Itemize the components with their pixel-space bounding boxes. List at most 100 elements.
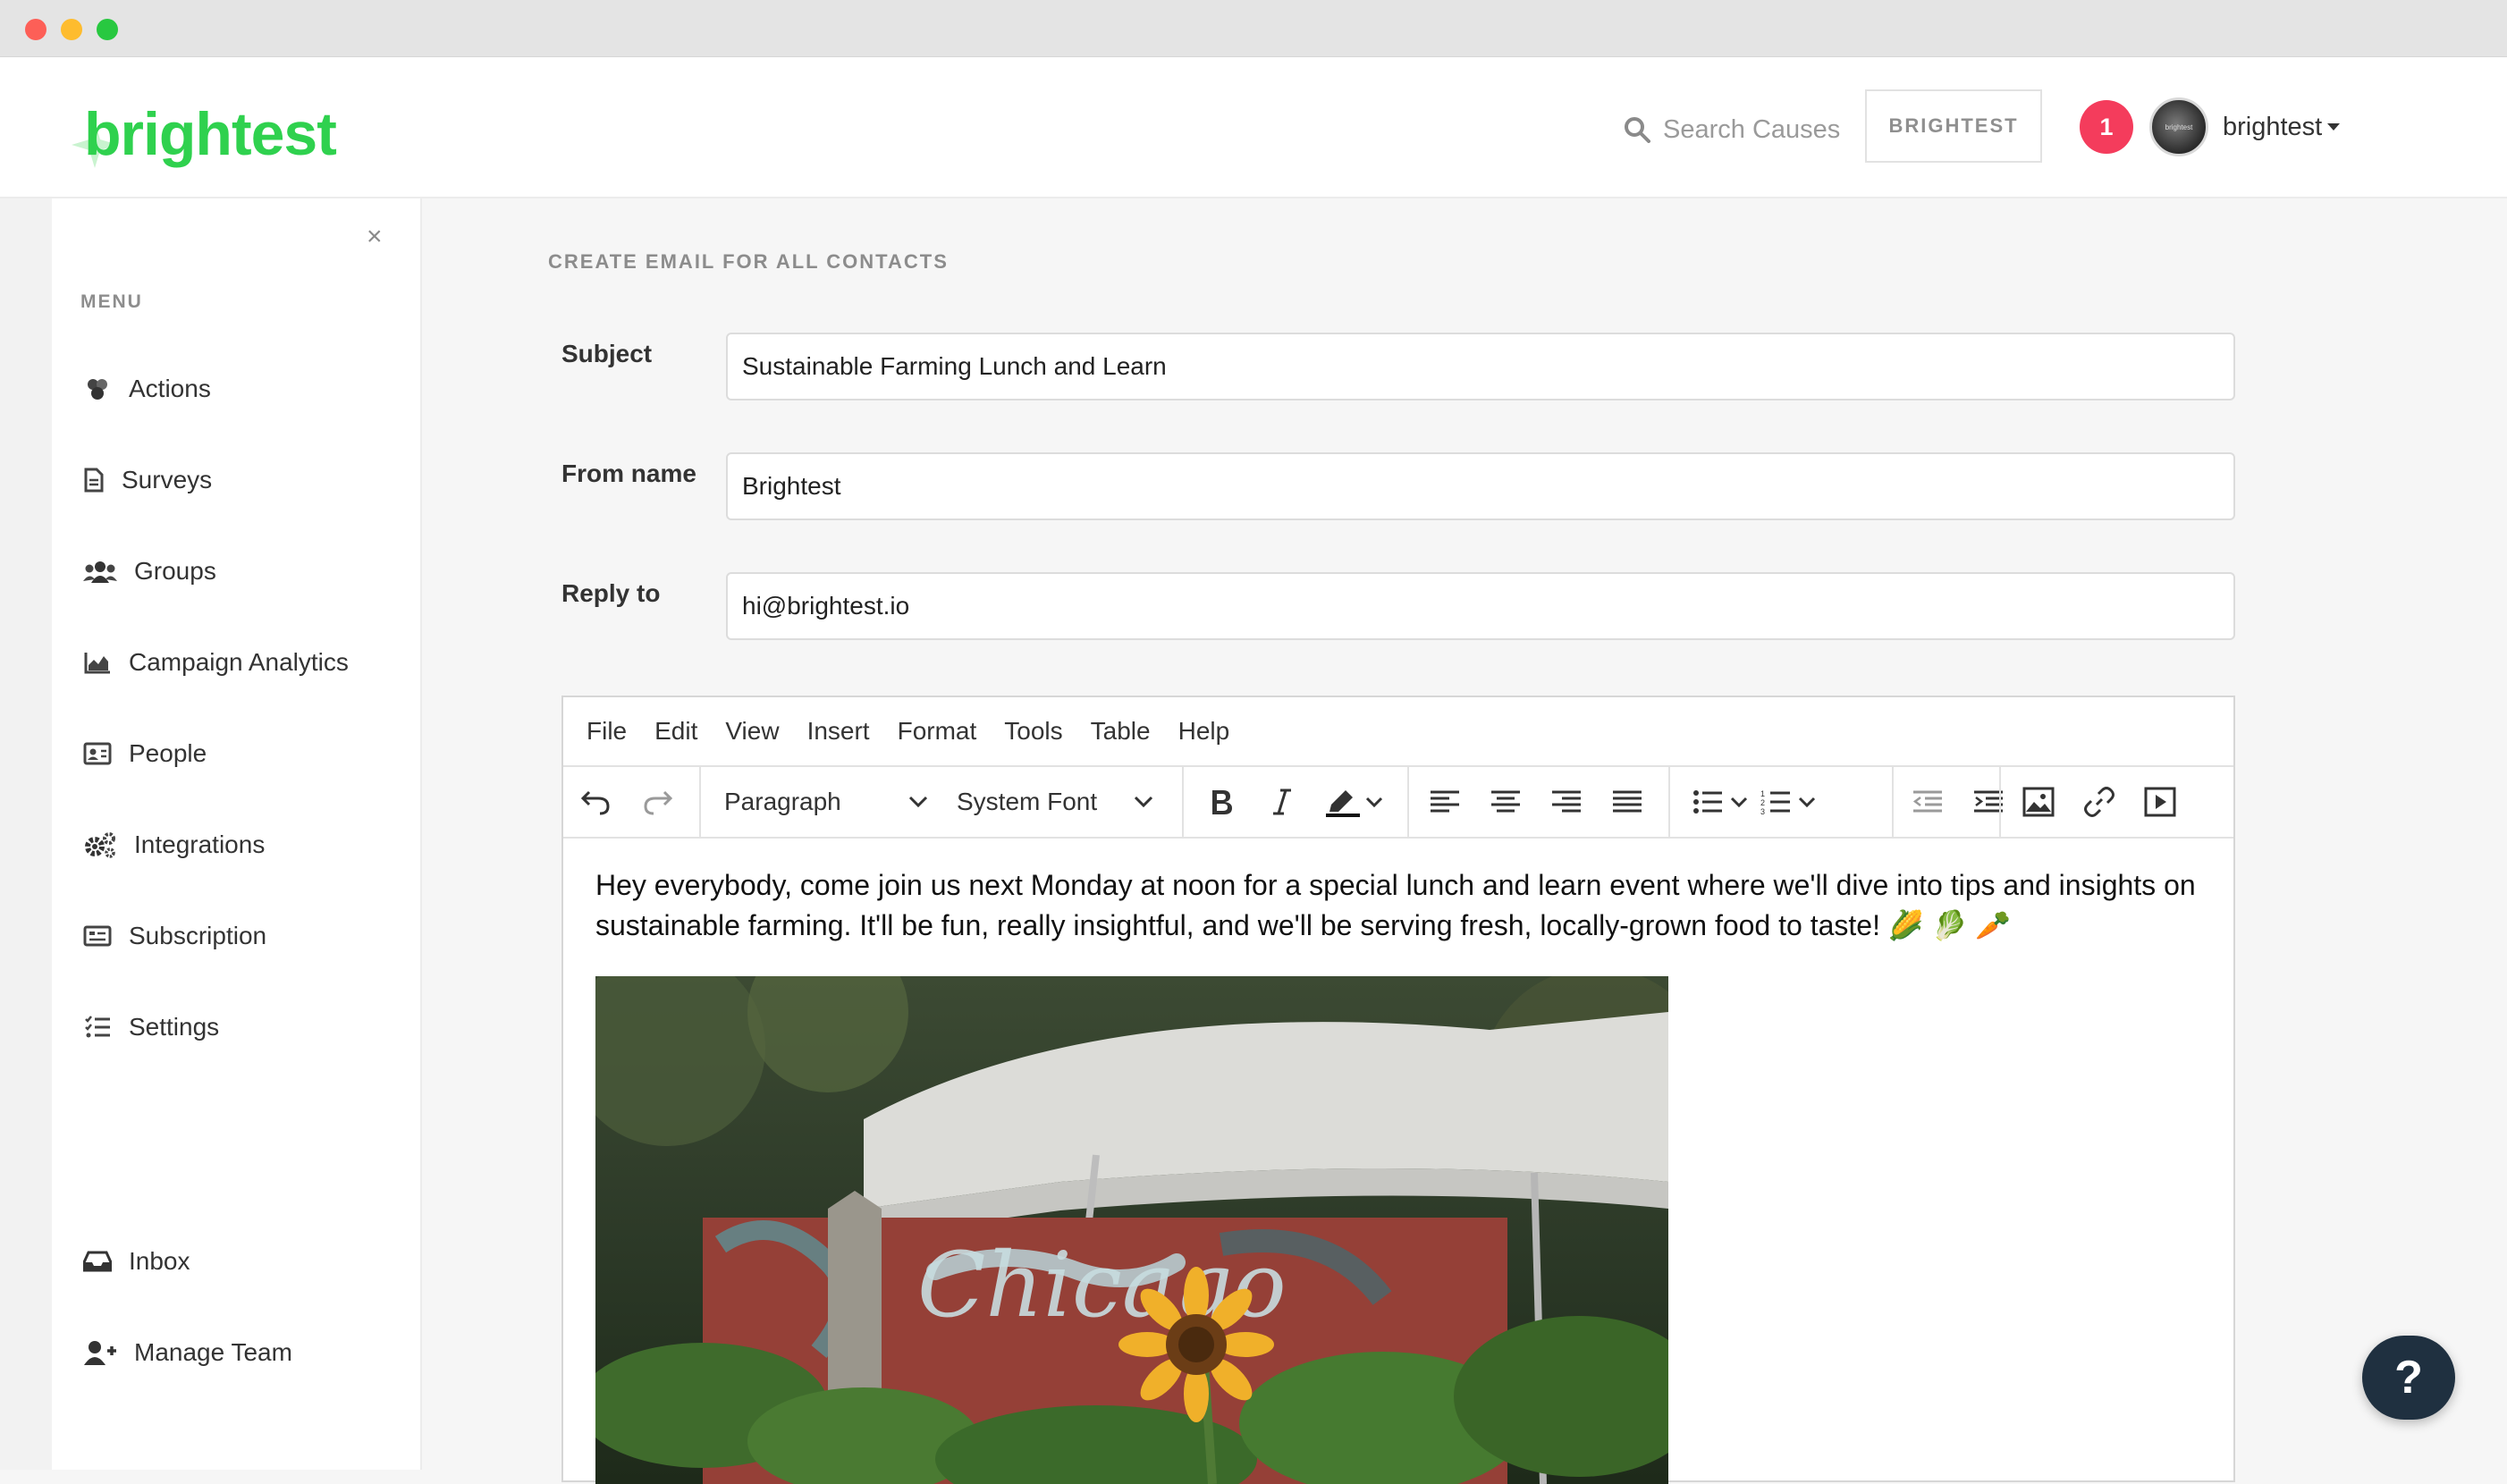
- toolbar-divider: [1182, 767, 1184, 837]
- search-causes[interactable]: Search Causes: [1624, 107, 1840, 152]
- font-family-control: System Font: [957, 788, 1154, 816]
- align-center-icon[interactable]: [1486, 782, 1525, 822]
- sidebar-item-subscription[interactable]: Subscription: [82, 914, 266, 958]
- window-minimize-button[interactable]: [61, 19, 82, 40]
- sidebar-item-label: Manage Team: [134, 1338, 292, 1366]
- text-style-group: [1202, 767, 1386, 837]
- align-right-icon[interactable]: [1547, 782, 1586, 822]
- menu-help[interactable]: Help: [1178, 717, 1230, 746]
- groups-icon: [82, 556, 118, 586]
- email-image-sunflower[interactable]: Chicago: [595, 976, 1668, 1484]
- sidebar-item-label: Groups: [134, 557, 216, 585]
- bullet-list-icon[interactable]: [1688, 782, 1727, 822]
- menu-insert[interactable]: Insert: [807, 717, 870, 746]
- indent-group: [1908, 767, 2008, 837]
- align-justify-icon[interactable]: [1608, 782, 1647, 822]
- caret-down-icon: [2327, 123, 2341, 131]
- email-body-paragraph: Hey everybody, come join us next Monday …: [595, 869, 2196, 941]
- inbox-icon: [82, 1246, 113, 1277]
- alignment-group: [1425, 767, 1647, 837]
- menu-table[interactable]: Table: [1091, 717, 1151, 746]
- window-titlebar: [0, 0, 2507, 57]
- sidebar-item-inbox[interactable]: Inbox: [82, 1239, 190, 1284]
- list-group: 123: [1688, 767, 1819, 837]
- sidebar-item-label: Integrations: [134, 831, 266, 858]
- block-format-select[interactable]: Paragraph: [724, 767, 929, 837]
- organization-button[interactable]: BRIGHTEST: [1865, 89, 2042, 163]
- toolbar-divider: [1407, 767, 1409, 837]
- history-group: [576, 767, 678, 837]
- sidebar-item-label: Campaign Analytics: [129, 648, 349, 676]
- sidebar-item-label: Settings: [129, 1013, 220, 1041]
- subject-input[interactable]: Sustainable Farming Lunch and Learn: [726, 333, 2235, 401]
- user-menu-dropdown[interactable]: brightest: [2223, 109, 2341, 145]
- toolbar-divider: [1999, 767, 2001, 837]
- insert-image-icon[interactable]: [2019, 782, 2058, 822]
- notification-badge[interactable]: 1: [2080, 100, 2133, 154]
- username: brightest: [2223, 112, 2323, 141]
- outdent-icon[interactable]: [1908, 782, 1947, 822]
- window-maximize-button[interactable]: [97, 19, 118, 40]
- window-close-button[interactable]: [25, 19, 46, 40]
- toolbar-divider: [1668, 767, 1670, 837]
- search-icon: [1625, 117, 1650, 143]
- sidebar-item-groups[interactable]: Groups: [82, 549, 216, 594]
- bullet-list-options-chevron-icon[interactable]: [1727, 782, 1751, 822]
- avatar[interactable]: brightest: [2149, 97, 2208, 156]
- highlight-color-icon[interactable]: [1323, 782, 1363, 822]
- list-icon: [82, 1012, 113, 1042]
- receipt-icon: [82, 921, 113, 951]
- sidebar-item-people[interactable]: People: [82, 731, 207, 776]
- toolbar-divider: [1892, 767, 1894, 837]
- chevron-down-icon: [908, 796, 927, 808]
- chevron-down-icon: [1135, 796, 1153, 808]
- from-name-input[interactable]: Brightest: [726, 452, 2235, 520]
- subject-label: Subject: [561, 340, 653, 367]
- highlight-options-chevron-icon[interactable]: [1363, 782, 1386, 822]
- actions-icon: [82, 374, 113, 404]
- close-sidebar-icon[interactable]: ×: [367, 222, 383, 252]
- font-family-select[interactable]: System Font: [957, 767, 1154, 837]
- indent-icon[interactable]: [1969, 782, 2008, 822]
- menu-format[interactable]: Format: [898, 717, 977, 746]
- sidebar-item-label: Inbox: [129, 1247, 190, 1275]
- bold-icon[interactable]: [1202, 782, 1241, 822]
- avatar-label: brightest: [2165, 122, 2193, 131]
- sidebar: × MENU Actions Surveys Groups Campaign A…: [0, 198, 422, 1470]
- sidebar-item-integrations[interactable]: Integrations: [82, 822, 265, 867]
- sidebar-item-campaign-analytics[interactable]: Campaign Analytics: [82, 640, 349, 685]
- sidebar-item-surveys[interactable]: Surveys: [82, 458, 212, 502]
- sidebar-edge: [0, 198, 52, 1470]
- menu-tools[interactable]: Tools: [1004, 717, 1062, 746]
- menu-edit[interactable]: Edit: [654, 717, 697, 746]
- reply-to-input[interactable]: hi@brightest.io: [726, 572, 2235, 640]
- page-title: CREATE EMAIL FOR ALL CONTACTS: [548, 250, 949, 273]
- search-placeholder: Search Causes: [1663, 114, 1841, 144]
- sidebar-item-actions[interactable]: Actions: [82, 367, 211, 411]
- undo-icon[interactable]: [576, 782, 615, 822]
- align-left-icon[interactable]: [1425, 782, 1465, 822]
- redo-icon[interactable]: [638, 782, 678, 822]
- menu-view[interactable]: View: [725, 717, 779, 746]
- numbered-list-options-chevron-icon[interactable]: [1795, 782, 1819, 822]
- menu-title: MENU: [80, 291, 143, 312]
- sidebar-item-manage-team[interactable]: Manage Team: [82, 1330, 292, 1375]
- id-card-icon: [82, 738, 113, 769]
- editor-body[interactable]: Hey everybody, come join us next Monday …: [595, 865, 2216, 946]
- cogs-icon: [82, 830, 118, 860]
- menu-file[interactable]: File: [587, 717, 627, 746]
- insert-group: [2019, 767, 2180, 837]
- block-format-control: Paragraph: [724, 788, 929, 816]
- toolbar-divider: [699, 767, 701, 837]
- editor-toolbar: Paragraph System Font 1 2 3: [563, 767, 2233, 839]
- italic-icon[interactable]: [1262, 782, 1302, 822]
- help-button[interactable]: ?: [2362, 1336, 2455, 1420]
- insert-link-icon[interactable]: [2080, 782, 2119, 822]
- svg-text:1: 1: [1760, 789, 1765, 798]
- sidebar-item-label: Actions: [129, 375, 211, 402]
- svg-text:2: 2: [1760, 798, 1765, 807]
- numbered-list-icon[interactable]: 123: [1756, 782, 1795, 822]
- font-family-value: System Font: [957, 788, 1098, 815]
- sidebar-item-settings[interactable]: Settings: [82, 1005, 219, 1050]
- insert-media-icon[interactable]: [2140, 782, 2180, 822]
